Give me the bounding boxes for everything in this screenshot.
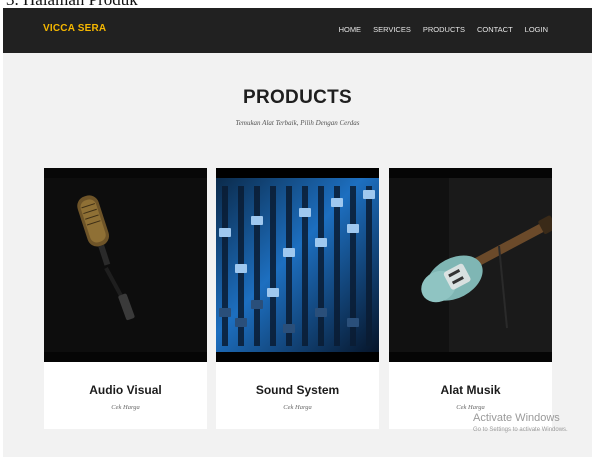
nav-contact[interactable]: CONTACT <box>477 25 513 34</box>
product-title: Sound System <box>255 383 340 397</box>
guitar-image[interactable] <box>389 168 552 362</box>
product-title: Audio Visual <box>89 383 162 397</box>
page-title: PRODUCTS <box>242 87 352 108</box>
nav-menu: HOME SERVICES PRODUCTS CONTACT LOGIN <box>339 25 548 34</box>
nav-products[interactable]: PRODUCTS <box>423 25 465 34</box>
check-price-link[interactable]: Cek Harga <box>44 404 207 411</box>
product-title: Alat Musik <box>440 383 501 397</box>
check-price-link[interactable]: Cek Harga <box>389 404 552 411</box>
watermark-subtitle: Go to Settings to activate Windows. <box>473 427 568 433</box>
check-price-link[interactable]: Cek Harga <box>216 404 379 411</box>
product-card-audio-visual[interactable]: Audio Visual Cek Harga <box>44 168 207 429</box>
microphone-image[interactable] <box>44 168 207 362</box>
windows-activation-watermark: Activate Windows Go to Settings to activ… <box>473 412 568 433</box>
product-card-alat-musik[interactable]: Alat Musik Cek Harga <box>389 168 552 429</box>
watermark-title: Activate Windows <box>473 412 560 424</box>
brand-logo[interactable]: VICCA SERA <box>43 23 106 34</box>
browser-page: VICCA SERA HOME SERVICES PRODUCTS CONTAC… <box>3 8 592 457</box>
page-subtitle: Temukan Alat Terbaik, Pilih Dengan Cerda… <box>235 119 360 127</box>
navbar: VICCA SERA HOME SERVICES PRODUCTS CONTAC… <box>3 8 592 53</box>
nav-login[interactable]: LOGIN <box>525 25 548 34</box>
product-card-sound-system[interactable]: Sound System Cek Harga <box>216 168 379 429</box>
mixer-image[interactable] <box>216 168 379 362</box>
nav-services[interactable]: SERVICES <box>373 25 411 34</box>
nav-home[interactable]: HOME <box>339 25 362 34</box>
